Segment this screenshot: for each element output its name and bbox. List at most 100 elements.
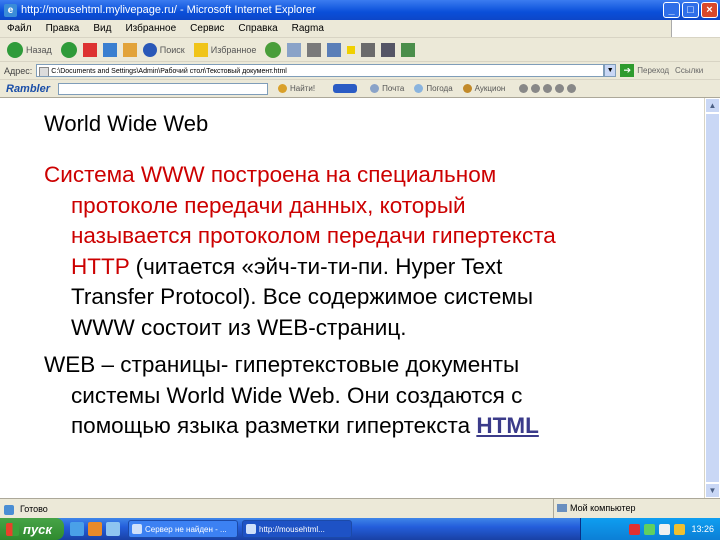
mail-icon: [370, 84, 380, 93]
links-button[interactable]: Ссылки: [675, 66, 703, 75]
page-content: World Wide Web Система WWW построена на …: [0, 98, 704, 498]
scroll-down-icon[interactable]: ▼: [705, 483, 720, 498]
html-link[interactable]: HTML: [476, 413, 538, 438]
text-line: называется протоколом передачи гипертекс…: [71, 223, 556, 248]
text-line: помощью языка разметки гипертекста HTML: [44, 411, 694, 442]
http-term: HTTP: [71, 253, 130, 279]
rambler-ico-icon: [333, 84, 358, 93]
page-heading: World Wide Web: [44, 111, 209, 136]
text-line: WEB – страницы- гипертекстовые документы: [44, 352, 520, 377]
auction-icon: [462, 84, 472, 93]
extra-icon: [519, 84, 529, 93]
favorites-icon[interactable]: [193, 42, 208, 57]
discuss-icon[interactable]: [361, 42, 376, 57]
ie-icon: e: [4, 3, 17, 17]
address-bar: Адрес: C:\Documents and Settings\Admin\Р…: [0, 62, 720, 80]
search-label[interactable]: Поиск: [160, 45, 185, 55]
menu-view[interactable]: Вид: [86, 23, 118, 34]
tray-icon[interactable]: [674, 523, 686, 535]
status-zone: Мой компьютер: [553, 499, 720, 518]
scroll-up-icon[interactable]: ▲: [705, 98, 720, 113]
messenger-icon[interactable]: [401, 42, 416, 57]
text-line: протоколе передачи данных, который: [71, 192, 466, 218]
text-line: системы World Wide Web. Они создаются с: [71, 382, 523, 408]
mail-icon[interactable]: [287, 42, 302, 57]
rambler-weather-button[interactable]: Погода: [414, 84, 453, 93]
taskbar-item[interactable]: http://mousehtml...: [242, 520, 352, 538]
rambler-weather-label: Погода: [426, 84, 453, 93]
menu-bar: Файл Правка Вид Избранное Сервис Справка…: [0, 20, 720, 38]
system-tray: 13:26: [580, 518, 720, 540]
home-icon[interactable]: [122, 42, 137, 57]
extra-icon: [567, 84, 577, 93]
taskbar-item[interactable]: Сервер не найден - ...: [128, 520, 238, 538]
paragraph-www: Система WWW построена на специальном про…: [44, 160, 694, 343]
go-arrow-icon[interactable]: ➔: [620, 64, 635, 77]
vertical-scrollbar[interactable]: ▲ ▼: [704, 98, 720, 498]
weather-icon: [414, 84, 424, 93]
address-dropdown-icon[interactable]: ▼: [604, 64, 617, 77]
refresh-icon[interactable]: [102, 42, 117, 57]
go-button[interactable]: Переход: [637, 66, 669, 75]
tray-icon[interactable]: [644, 523, 656, 535]
window-title-bar[interactable]: e http://mousehtml.mylivepage.ru/ - Micr…: [0, 0, 720, 20]
status-bar: Готово Мой компьютер: [0, 498, 720, 518]
minimize-button[interactable]: _: [663, 2, 680, 18]
rambler-search-input[interactable]: [58, 82, 269, 95]
rambler-auction-button[interactable]: Аукцион: [462, 84, 506, 93]
print-icon[interactable]: [307, 42, 322, 57]
address-label: Адрес:: [4, 65, 33, 76]
note-icon[interactable]: [347, 45, 356, 54]
extra-icon: [543, 84, 553, 93]
text-fragment: помощью языка разметки гипертекста: [71, 413, 477, 438]
text-line: Система WWW построена на специальном: [44, 162, 497, 187]
text-line: WWW состоит из WEB-страниц.: [71, 314, 407, 340]
scroll-thumb[interactable]: [705, 113, 720, 483]
start-button[interactable]: пуск: [0, 518, 64, 540]
menu-edit[interactable]: Правка: [39, 23, 87, 34]
search-icon[interactable]: [142, 42, 157, 57]
rambler-blue-button[interactable]: [333, 84, 360, 93]
stop-icon[interactable]: [82, 42, 97, 57]
rambler-auction-label: Аукцион: [474, 84, 506, 93]
rambler-toolbar: Rambler Найти! Почта Погода Аукцион: [0, 80, 720, 98]
windows-flag-icon: [6, 522, 19, 536]
status-text: Готово: [0, 504, 553, 515]
menu-file[interactable]: Файл: [0, 23, 39, 34]
text-line: HTTP (читается «эйч-ти-ти-пи. Hyper Text: [44, 252, 694, 283]
media-icon[interactable]: [88, 522, 102, 536]
rambler-logo[interactable]: Rambler: [0, 83, 54, 95]
clock: 13:26: [691, 524, 714, 534]
text-fragment: (читается «эйч-ти-ти-пи. Hyper Text: [129, 253, 503, 279]
rambler-mail-button[interactable]: Почта: [370, 84, 404, 93]
rambler-find-label: Найти!: [290, 84, 316, 93]
menu-favorites[interactable]: Избранное: [118, 23, 183, 34]
back-label[interactable]: Назад: [26, 45, 52, 55]
forward-icon[interactable]: [60, 41, 77, 58]
tray-icon[interactable]: [629, 523, 641, 535]
edit-icon[interactable]: [327, 42, 342, 57]
windows-logo-icon: [671, 20, 720, 37]
desktop-icon[interactable]: [106, 522, 120, 536]
back-icon[interactable]: [7, 41, 23, 58]
tray-icon[interactable]: [659, 523, 671, 535]
rambler-mail-label: Почта: [382, 84, 405, 93]
menu-ragma[interactable]: Ragma: [285, 23, 331, 34]
research-icon[interactable]: [381, 42, 396, 57]
quick-launch: [70, 522, 124, 536]
window-title: http://mousehtml.mylivepage.ru/ - Micros…: [21, 4, 316, 16]
rambler-extra-buttons[interactable]: [519, 84, 579, 93]
extra-icon: [555, 84, 565, 93]
rambler-find-button[interactable]: Найти!: [278, 84, 315, 93]
start-label: пуск: [23, 521, 52, 537]
history-icon[interactable]: [265, 41, 282, 58]
menu-help[interactable]: Справка: [231, 23, 284, 34]
text-line: Transfer Protocol). Все содержимое систе…: [71, 284, 534, 309]
menu-tools[interactable]: Сервис: [183, 23, 231, 34]
close-button[interactable]: ×: [701, 2, 718, 18]
address-input[interactable]: C:\Documents and Settings\Admin\Рабочий …: [36, 64, 605, 77]
favorites-label[interactable]: Избранное: [211, 45, 257, 55]
paragraph-web-pages: WEB – страницы- гипертекстовые документы…: [44, 350, 694, 442]
ie-icon[interactable]: [70, 522, 84, 536]
maximize-button[interactable]: □: [682, 2, 699, 18]
